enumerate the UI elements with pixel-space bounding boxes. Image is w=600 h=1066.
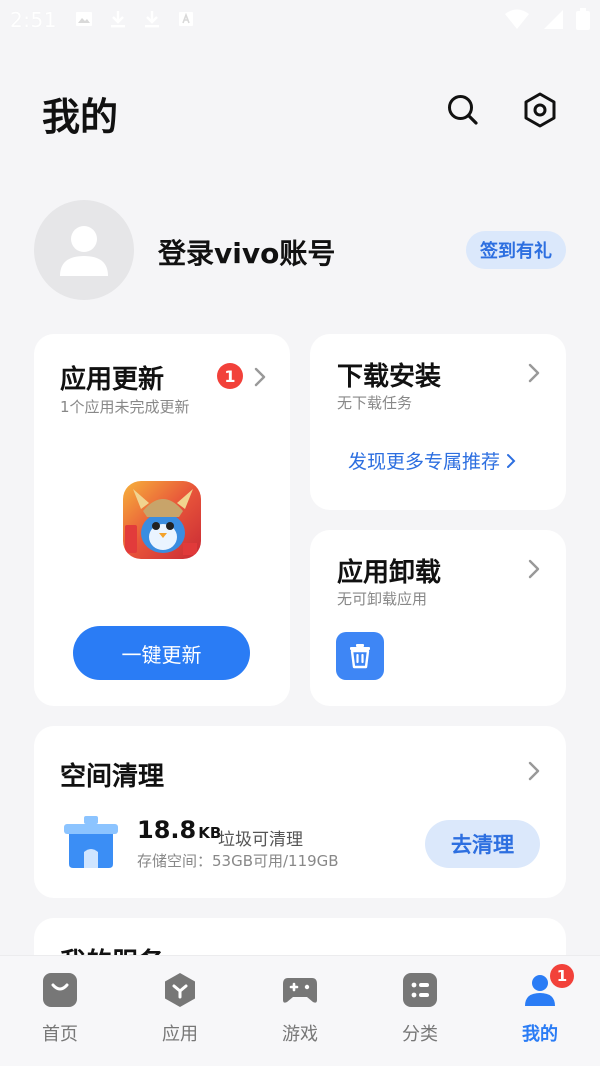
login-link[interactable]: 登录vivo账号 [158, 232, 335, 272]
storage-info: 存储空间：53GB可用/119GB [137, 852, 339, 870]
signal-icon [544, 10, 563, 29]
download-notification-icon [145, 11, 159, 28]
tab-mine-badge: 1 [550, 964, 574, 988]
tab-home[interactable]: 首页 [20, 972, 100, 1046]
wifi-icon [505, 9, 529, 29]
notification-icons [74, 9, 196, 29]
tab-label: 分类 [402, 1024, 438, 1045]
cleanup-title: 空间清理 [60, 762, 165, 792]
tab-label: 应用 [162, 1024, 198, 1045]
cleanup-bin-icon [64, 816, 118, 868]
game-app-icon[interactable] [123, 481, 201, 559]
chevron-right-icon [254, 367, 266, 387]
update-all-button[interactable]: 一键更新 [73, 626, 250, 680]
chevron-right-icon [528, 761, 540, 781]
settings-button[interactable] [520, 90, 560, 130]
update-count-badge: 1 [217, 363, 243, 389]
uninstall-trash-icon [336, 632, 384, 680]
apps-hex-icon [165, 973, 195, 1007]
avatar[interactable] [34, 200, 134, 300]
search-icon [448, 95, 478, 125]
search-button[interactable] [443, 90, 483, 130]
bottom-tab-bar: 首页 应用 游戏 分类 我的 1 [0, 955, 600, 1066]
discover-label: 发现更多专属推荐 [348, 451, 501, 473]
category-icon [403, 973, 437, 1007]
default-avatar-icon [60, 226, 108, 276]
junk-size-label: 垃圾可清理 [218, 830, 303, 850]
status-time: 2:51 [10, 8, 57, 32]
chevron-right-icon [528, 363, 540, 383]
download-install-card[interactable]: 下载安装 无下载任务 [310, 334, 566, 510]
tab-label: 我的 [522, 1024, 558, 1045]
tab-label: 游戏 [282, 1024, 318, 1045]
download-notification-icon [111, 11, 125, 28]
gamepad-icon [283, 978, 317, 1003]
chevron-right-icon [528, 559, 540, 579]
image-notification-icon [76, 12, 92, 26]
junk-size-value: 18.8 KB [137, 816, 222, 844]
tab-apps[interactable]: 应用 [140, 972, 220, 1046]
settings-hex-icon [524, 92, 556, 128]
discover-recommendations-link[interactable]: 发现更多专属推荐 [348, 447, 516, 474]
tab-mine[interactable]: 我的 1 [500, 964, 580, 1046]
chevron-right-icon [507, 453, 516, 468]
font-notification-icon [179, 12, 193, 26]
tab-label: 首页 [42, 1024, 78, 1045]
clean-button[interactable]: 去清理 [425, 820, 540, 868]
download-subtitle: 无下载任务 [337, 394, 413, 412]
app-update-subtitle: 1个应用未完成更新 [60, 398, 190, 416]
system-status-icons [504, 8, 590, 30]
space-cleanup-card[interactable]: 空间清理 [34, 726, 566, 898]
app-update-title: 应用更新 [60, 365, 165, 395]
home-bag-icon [43, 973, 77, 1007]
page-title: 我的 [42, 95, 119, 139]
tab-games[interactable]: 游戏 [260, 972, 340, 1046]
download-title: 下载安装 [337, 362, 442, 392]
battery-icon [576, 8, 590, 30]
uninstall-title: 应用卸载 [337, 558, 442, 588]
tab-category[interactable]: 分类 [380, 972, 460, 1046]
checkin-button[interactable]: 签到有礼 [466, 231, 566, 269]
status-bar: 2:51 [0, 0, 600, 42]
uninstall-subtitle: 无可卸载应用 [337, 590, 428, 608]
